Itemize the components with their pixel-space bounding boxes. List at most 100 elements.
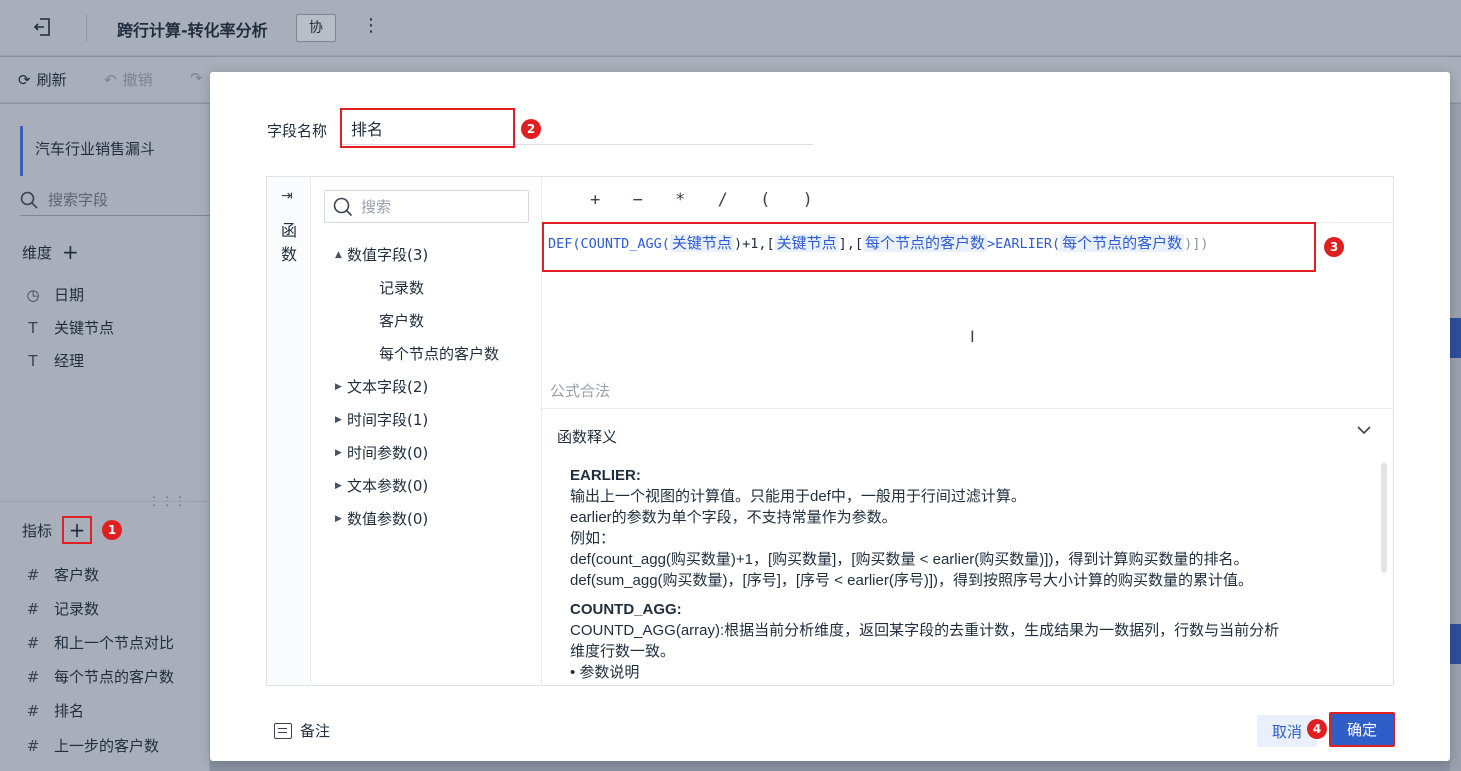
search-icon bbox=[333, 197, 353, 216]
calc-number-icon: # bbox=[26, 701, 40, 720]
measure-label: 和上一个节点对比 bbox=[54, 634, 175, 652]
measure-section: 指标 + 1 bbox=[22, 516, 123, 544]
confirm-button[interactable]: 确定 bbox=[1329, 712, 1395, 747]
formula-validity-status: 公式合法 bbox=[550, 382, 611, 400]
search-icon bbox=[20, 191, 38, 209]
calculated-field-dialog: 字段名称 2 ⇥ 函数 搜索 ▲ 数值字段(3) 记录数 客户数 bbox=[210, 72, 1450, 761]
caret-right-icon: ▶ bbox=[335, 382, 342, 392]
explain-line: def(count_agg(购买数量)+1，[购买数量]，[购买数量 < ear… bbox=[570, 551, 1249, 568]
tree-field-item[interactable]: 记录数 bbox=[335, 272, 535, 305]
function-explanation-body: EARLIER: 输出上一个视图的计算值。只能用于def中，一般用于行间过滤计算… bbox=[570, 465, 1370, 685]
tree-group-label: 文本字段(2) bbox=[347, 378, 429, 396]
add-dimension-icon[interactable]: + bbox=[62, 240, 79, 264]
note-label: 备注 bbox=[300, 722, 331, 740]
formula-field-chip[interactable]: 每个节点的客户数 bbox=[862, 234, 987, 252]
panel-divider bbox=[0, 501, 210, 502]
measure-item[interactable]: # 上一步的客户数 bbox=[24, 735, 159, 756]
measure-label: 排名 bbox=[54, 702, 85, 720]
field-tree: ▲ 数值字段(3) 记录数 客户数 每个节点的客户数 ▶ 文本字段(2) ▶ 时… bbox=[335, 239, 535, 536]
explain-heading: COUNTD_AGG: bbox=[570, 601, 682, 618]
operator-plus-button[interactable]: + bbox=[574, 190, 617, 210]
formula-field-chip[interactable]: 关键节点 bbox=[669, 234, 734, 252]
redo-button[interactable]: ↷ bbox=[190, 69, 203, 87]
tree-group-text-params[interactable]: ▶ 文本参数(0) bbox=[335, 470, 535, 503]
refresh-button[interactable]: ⟳ 刷新 bbox=[18, 69, 67, 90]
field-search[interactable]: 搜索字段 bbox=[20, 184, 210, 216]
dimension-label: 关键节点 bbox=[54, 319, 115, 337]
step-badge-1: 1 bbox=[102, 520, 123, 540]
formula-field-chip[interactable]: 每个节点的客户数 bbox=[1060, 234, 1185, 252]
dimension-label: 日期 bbox=[54, 286, 85, 304]
tree-group-label: 时间字段(1) bbox=[347, 411, 429, 429]
step-badge-2: 2 bbox=[521, 119, 541, 139]
tree-group-text-fields[interactable]: ▶ 文本字段(2) bbox=[335, 371, 535, 404]
tree-group-time-fields[interactable]: ▶ 时间字段(1) bbox=[335, 404, 535, 437]
explain-line: • 参数说明 bbox=[570, 664, 640, 681]
dimension-item-node[interactable]: T 关键节点 bbox=[24, 317, 114, 338]
function-explanation-header[interactable]: 函数释义 bbox=[542, 408, 1394, 460]
operator-minus-button[interactable]: − bbox=[617, 190, 660, 210]
undo-label: 撤销 bbox=[122, 71, 153, 89]
operator-divide-button[interactable]: / bbox=[702, 190, 745, 210]
dimension-item-date[interactable]: ◷ 日期 bbox=[24, 284, 84, 305]
caret-down-icon: ▲ bbox=[335, 250, 342, 260]
background-canvas-edge bbox=[1450, 104, 1461, 771]
undo-icon: ↶ bbox=[104, 70, 117, 89]
explain-line: earlier的参数为单个字段，不支持常量作为参数。 bbox=[570, 509, 897, 526]
measure-label: 记录数 bbox=[54, 600, 100, 618]
formula-token: )]) bbox=[1184, 236, 1209, 252]
tree-field-label: 客户数 bbox=[379, 312, 425, 330]
redo-icon: ↷ bbox=[190, 69, 203, 87]
tree-field-item[interactable]: 每个节点的客户数 bbox=[335, 338, 535, 371]
dimension-section: 维度 + bbox=[22, 240, 79, 264]
field-list-search[interactable]: 搜索 bbox=[324, 190, 529, 223]
formula-editor: ⇥ 函数 搜索 ▲ 数值字段(3) 记录数 客户数 每个节点的客户数 ▶ 文本字… bbox=[266, 176, 1394, 686]
measure-item[interactable]: # 每个节点的客户数 bbox=[24, 666, 174, 687]
step-badge-4: 4 bbox=[1307, 719, 1327, 739]
explanation-scrollbar[interactable] bbox=[1381, 463, 1387, 573]
more-icon[interactable]: ⋮ bbox=[362, 15, 380, 36]
collab-button[interactable]: 协 bbox=[296, 14, 336, 42]
tree-field-item[interactable]: 客户数 bbox=[335, 305, 535, 338]
chevron-down-icon[interactable] bbox=[1356, 422, 1372, 443]
tree-field-label: 每个节点的客户数 bbox=[379, 345, 500, 363]
measure-item[interactable]: # 排名 bbox=[24, 700, 84, 721]
function-rail[interactable]: ⇥ 函数 bbox=[267, 177, 311, 685]
measure-item[interactable]: # 和上一个节点对比 bbox=[24, 632, 174, 653]
undo-button[interactable]: ↶ 撤销 bbox=[104, 69, 153, 90]
measure-item[interactable]: # 记录数 bbox=[24, 598, 99, 619]
formula-token: DEF(COUNTD_AGG( bbox=[548, 236, 670, 252]
field-search-placeholder: 搜索字段 bbox=[48, 191, 109, 209]
function-explanation-title: 函数释义 bbox=[557, 428, 618, 446]
dimension-label: 经理 bbox=[54, 352, 85, 370]
dimension-header: 维度 bbox=[22, 243, 53, 262]
tree-group-label: 数值字段(3) bbox=[347, 246, 429, 264]
exit-icon[interactable] bbox=[32, 16, 56, 40]
field-list-search-placeholder: 搜索 bbox=[361, 198, 392, 216]
operator-lparen-button[interactable]: ( bbox=[744, 190, 787, 210]
dimension-item-manager[interactable]: T 经理 bbox=[24, 350, 84, 371]
formula-input[interactable]: DEF(COUNTD_AGG(关键节点)+1,[关键节点],[每个节点的客户数 >… bbox=[542, 222, 1316, 272]
caret-right-icon: ▶ bbox=[335, 415, 342, 425]
refresh-label: 刷新 bbox=[36, 71, 67, 89]
field-name-input[interactable] bbox=[340, 108, 515, 148]
text-cursor-icon: I bbox=[970, 327, 975, 346]
tree-group-time-params[interactable]: ▶ 时间参数(0) bbox=[335, 437, 535, 470]
tree-group-number-fields[interactable]: ▲ 数值字段(3) bbox=[335, 239, 535, 272]
explain-line: 例如： bbox=[570, 530, 616, 547]
formula-field-chip[interactable]: 关键节点 bbox=[774, 234, 839, 252]
note-button[interactable]: 备注 bbox=[274, 720, 330, 741]
dataset-name[interactable]: 汽车行业销售漏斗 bbox=[20, 126, 210, 176]
measure-header: 指标 bbox=[22, 521, 53, 540]
calc-number-icon: # bbox=[26, 736, 40, 755]
operator-multiply-button[interactable]: * bbox=[659, 190, 702, 210]
measure-item[interactable]: # 客户数 bbox=[24, 564, 99, 585]
add-measure-button[interactable]: + bbox=[62, 516, 93, 544]
background-marker bbox=[1450, 624, 1461, 664]
calc-number-icon: # bbox=[26, 667, 40, 686]
expand-panel-icon[interactable]: ⇥ bbox=[281, 188, 293, 204]
tree-group-label: 数值参数(0) bbox=[347, 510, 429, 528]
operator-rparen-button[interactable]: ) bbox=[787, 190, 830, 210]
note-icon bbox=[274, 722, 292, 739]
tree-group-number-params[interactable]: ▶ 数值参数(0) bbox=[335, 503, 535, 536]
